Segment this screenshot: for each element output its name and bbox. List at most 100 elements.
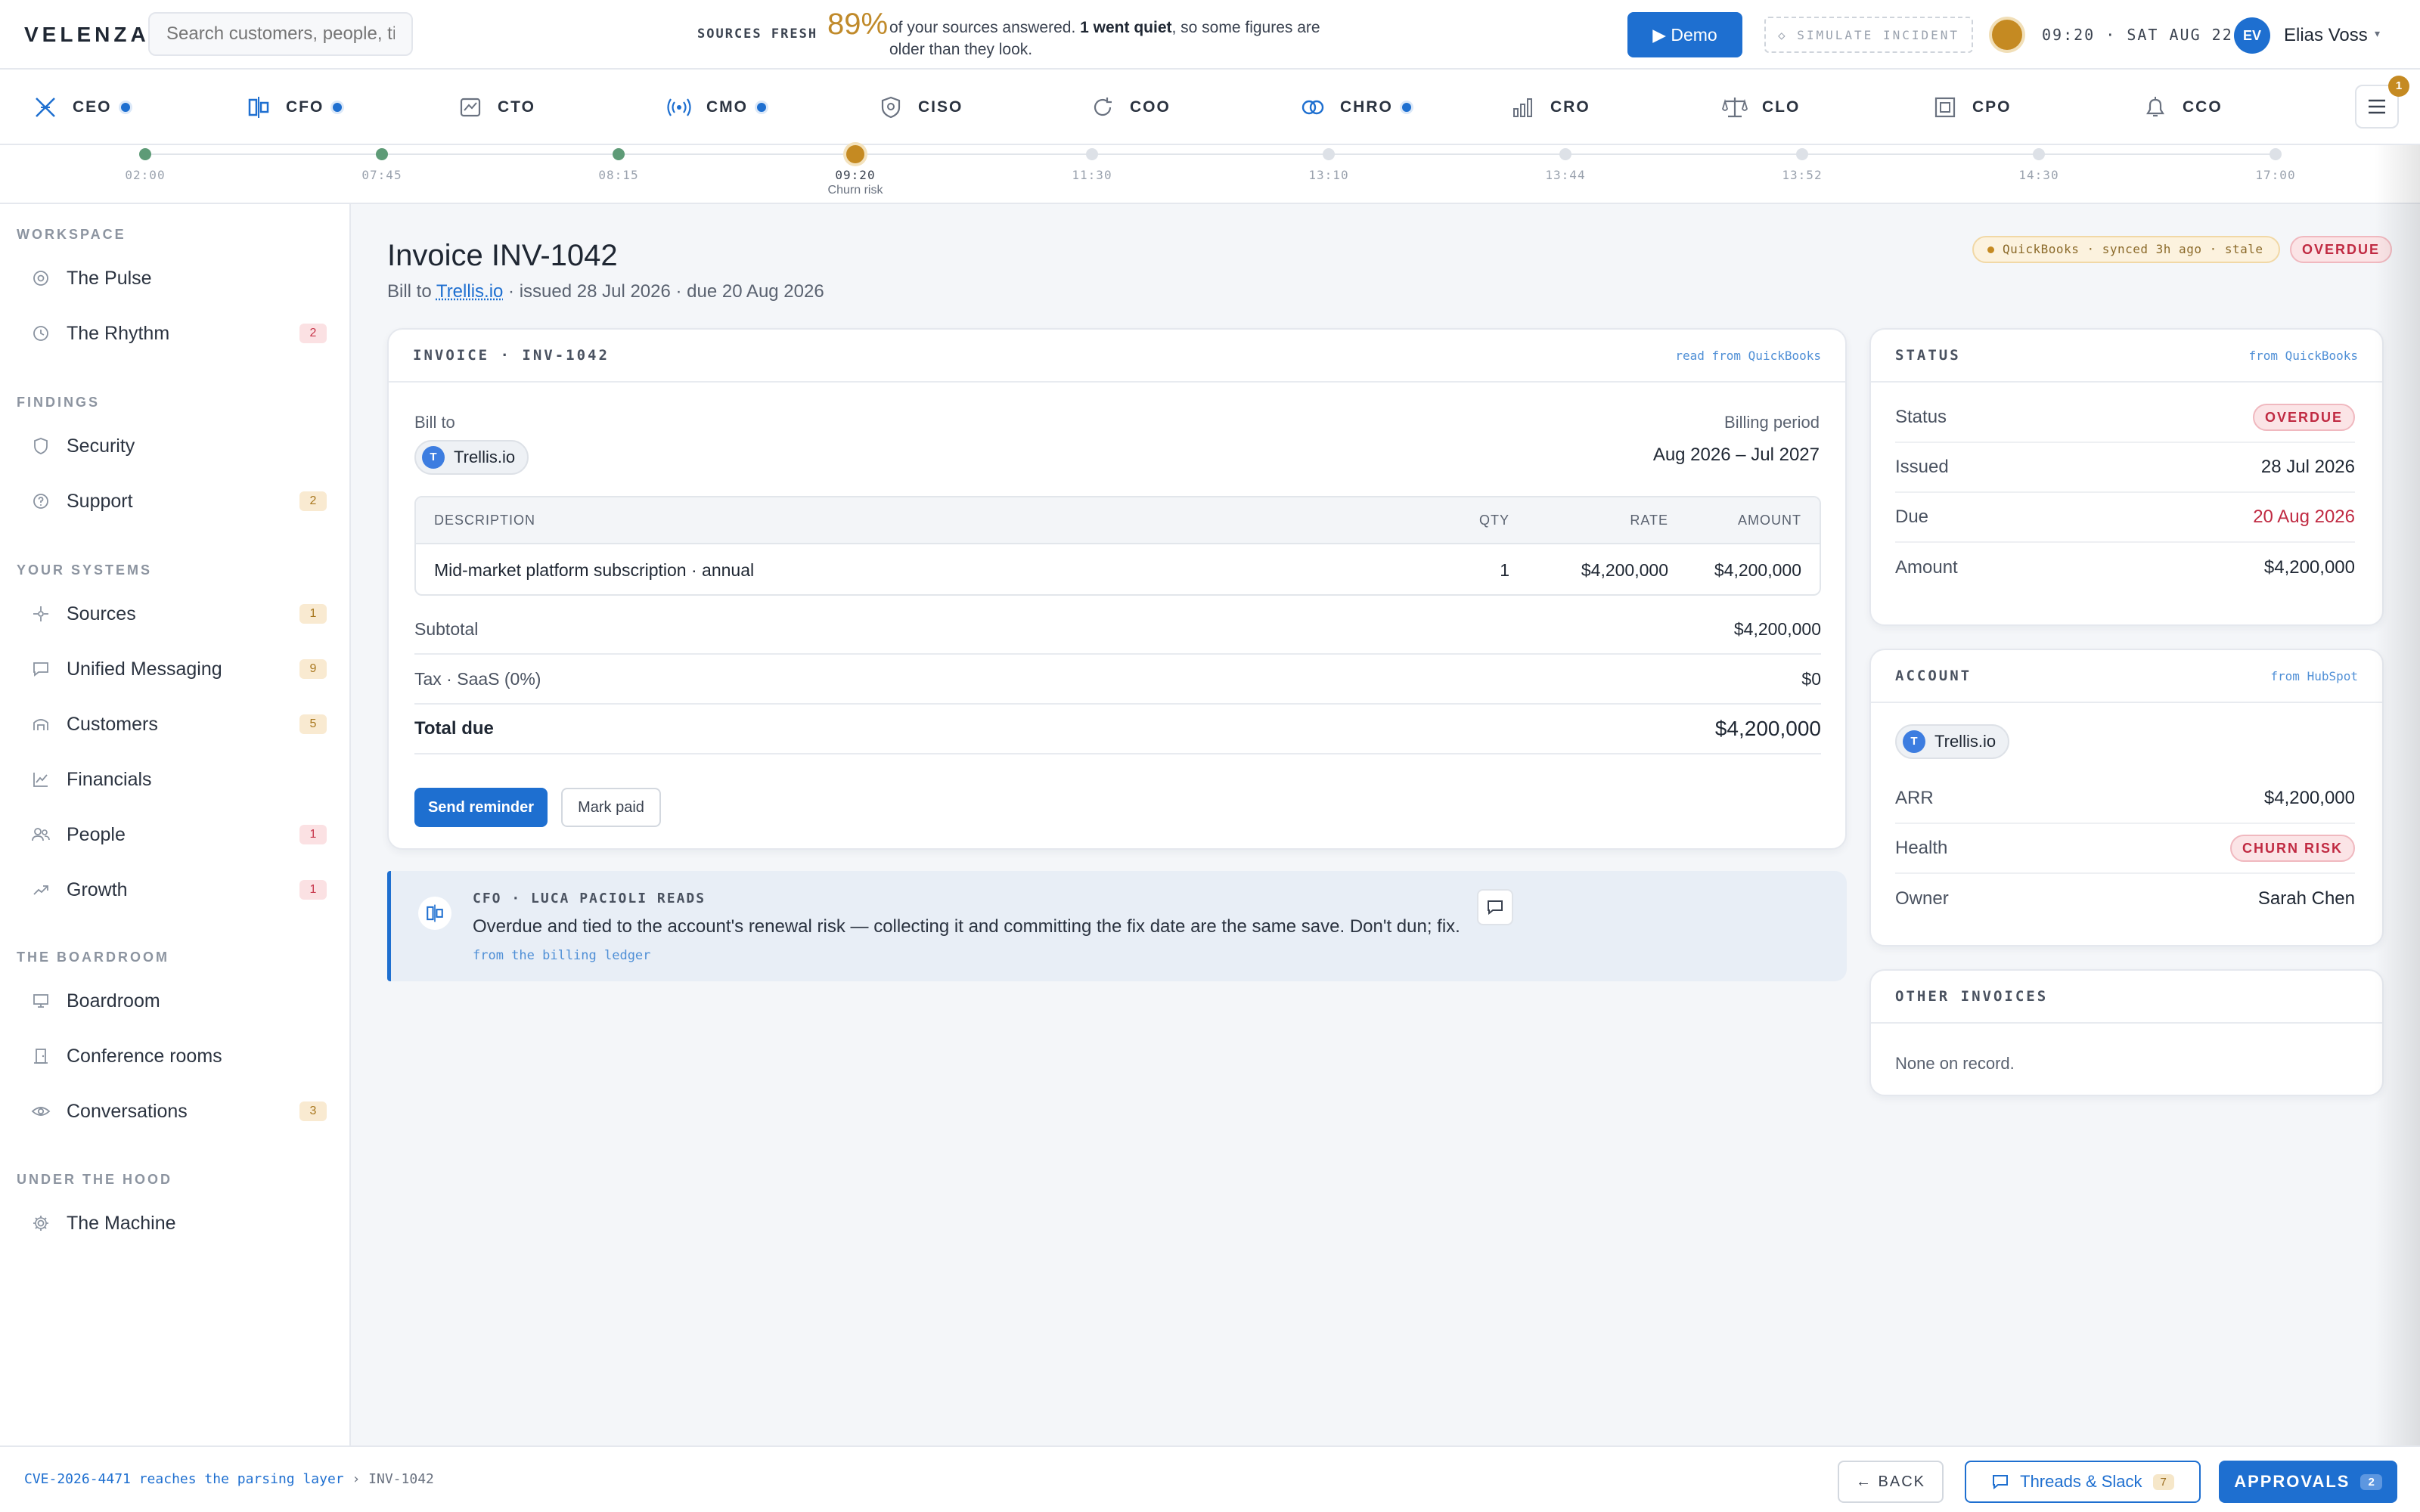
sidebar-item-label: Support <box>67 490 133 512</box>
timeline-point[interactable]: 13:10 <box>1283 145 1374 182</box>
chevron-down-icon[interactable]: ▾ <box>2375 27 2380 40</box>
sidebar-item-conference-rooms[interactable]: Conference rooms <box>17 1035 327 1077</box>
user-name[interactable]: Elias Voss <box>2284 25 2368 46</box>
simulate-incident-button[interactable]: ◇ SIMULATE INCIDENT <box>1764 17 1973 53</box>
timeline-point[interactable]: 09:20 Churn risk <box>810 145 901 197</box>
kv-label: Amount <box>1895 557 1958 578</box>
sidebar-item-rhythm[interactable]: The Rhythm 2 <box>17 312 327 355</box>
timeline-point[interactable]: 17:00 <box>2230 145 2321 182</box>
search-input[interactable] <box>148 12 413 56</box>
note-text: Overdue and tied to the account's renewa… <box>473 916 1460 937</box>
subtotal-label: Subtotal <box>414 618 479 639</box>
threads-slack-button[interactable]: Threads & Slack 7 <box>1965 1461 2201 1503</box>
timeline-point[interactable]: 14:30 <box>1993 145 2084 182</box>
timeline-time: 07:45 <box>361 168 402 182</box>
timeline-point[interactable]: 13:44 <box>1520 145 1611 182</box>
tab-clo[interactable]: CLO <box>1721 92 1800 122</box>
brand-logo[interactable]: VELENZA. <box>24 23 159 47</box>
sidebar-item-unified-messaging[interactable]: Unified Messaging 9 <box>17 648 327 690</box>
tab-cfo[interactable]: CFO <box>245 92 343 122</box>
tab-coo[interactable]: COO <box>1089 92 1171 122</box>
timeline-dot <box>1323 148 1335 160</box>
timeline-point[interactable]: 02:00 <box>100 145 191 182</box>
comment-button[interactable] <box>1477 889 1513 925</box>
count-badge: 3 <box>299 1101 327 1121</box>
sidebar-item-label: Conference rooms <box>67 1045 222 1067</box>
sidebar-item-label: Sources <box>67 603 136 624</box>
demo-button-label: Demo <box>1671 24 1717 45</box>
sidebar-item-security[interactable]: Security <box>17 425 327 467</box>
timeline-point[interactable]: 13:52 <box>1757 145 1848 182</box>
trending-up-icon <box>17 881 65 899</box>
sidebar-item-people[interactable]: People 1 <box>17 813 327 856</box>
cto-icon <box>457 94 484 121</box>
section-header: UNDER THE HOOD <box>17 1172 173 1187</box>
sidebar-item-label: Growth <box>67 878 128 900</box>
demo-button[interactable]: ▶ Demo <box>1627 12 1742 57</box>
cfo-icon <box>245 94 272 121</box>
kv-label: Due <box>1895 507 1929 527</box>
section-header: WORKSPACE <box>17 227 126 242</box>
timeline-point[interactable]: 07:45 <box>337 145 427 182</box>
footer-bar: CVE-2026-4471 reaches the parsing layer … <box>0 1445 2420 1512</box>
tab-cpo[interactable]: CPO <box>1931 92 2012 122</box>
tab-chro[interactable]: CHRO <box>1299 92 1411 122</box>
arr-row: ARR $4,200,000 <box>1895 774 2355 824</box>
sidebar-item-label: Financials <box>67 768 152 790</box>
customer-link[interactable]: Trellis.io <box>436 281 503 302</box>
approvals-label: APPROVALS <box>2234 1472 2350 1491</box>
mark-paid-button[interactable]: Mark paid <box>561 788 661 827</box>
sidebar-item-sources[interactable]: Sources 1 <box>17 593 327 635</box>
tax-row: Tax · SaaS (0%) $0 <box>414 655 1821 705</box>
timeline-dot <box>846 145 864 163</box>
breadcrumb-link[interactable]: CVE-2026-4471 reaches the parsing layer <box>24 1471 344 1487</box>
timeline-point[interactable]: 11:30 <box>1047 145 1137 182</box>
timeline-time: 02:00 <box>125 168 166 182</box>
sidebar-item-label: Security <box>67 435 135 457</box>
sidebar-item-label: Unified Messaging <box>67 658 222 680</box>
sidebar-item-conversations[interactable]: Conversations 3 <box>17 1090 327 1132</box>
clock: 09:20 · SAT AUG 22 <box>2042 26 2233 44</box>
back-button[interactable]: ← BACK <box>1838 1461 1944 1503</box>
send-reminder-button[interactable]: Send reminder <box>414 788 548 827</box>
sidebar-item-pulse[interactable]: The Pulse <box>17 257 327 299</box>
approvals-count: 2 <box>2360 1473 2382 1490</box>
account-chip[interactable]: T Trellis.io <box>1895 724 2010 759</box>
tab-label: CHRO <box>1340 98 1393 116</box>
shield-icon <box>877 94 904 121</box>
activity-dot <box>1401 103 1411 112</box>
card-header: ACCOUNT from HubSpot <box>1871 650 2382 703</box>
tab-cro[interactable]: CRO <box>1509 92 1590 122</box>
timeline-point[interactable]: 08:15 <box>573 145 664 182</box>
approvals-button[interactable]: APPROVALS 2 <box>2219 1461 2397 1503</box>
timeline-time: 11:30 <box>1072 168 1112 182</box>
kv-label: Status <box>1895 407 1947 427</box>
timeline-dot <box>2270 148 2282 160</box>
sidebar-item-boardroom[interactable]: Boardroom <box>17 980 327 1022</box>
customer-chip[interactable]: T Trellis.io <box>414 440 529 475</box>
tab-ciso[interactable]: CISO <box>877 92 963 122</box>
sidebar-item-customers[interactable]: Customers 5 <box>17 703 327 745</box>
line-description: Mid-market platform subscription · annua… <box>434 559 755 580</box>
sidebar-item-label: The Pulse <box>67 267 152 289</box>
kv-label: ARR <box>1895 788 1934 808</box>
sync-status-pill: QuickBooks · synced 3h ago · stale <box>1972 236 2280 263</box>
note-author: CFO · LUCA PACIOLI READS <box>473 891 706 906</box>
sidebar-item-machine[interactable]: The Machine <box>17 1202 327 1244</box>
tab-cmo[interactable]: CMO <box>666 92 766 122</box>
tab-ceo[interactable]: CEO <box>32 92 130 122</box>
sidebar-item-support[interactable]: Support 2 <box>17 480 327 522</box>
sun-icon[interactable] <box>1992 20 2022 50</box>
subtitle-dates: · issued 28 Jul 2026 · due 20 Aug 2026 <box>508 281 824 302</box>
sidebar-item-growth[interactable]: Growth 1 <box>17 869 327 911</box>
sidebar-item-financials[interactable]: Financials <box>17 758 327 801</box>
user-avatar[interactable]: EV <box>2234 17 2270 54</box>
sidebar-item-label: Conversations <box>67 1100 188 1122</box>
timeline-dot <box>1086 148 1098 160</box>
diamond-icon: ◇ <box>1777 27 1798 42</box>
tab-cco[interactable]: CCO <box>2142 92 2223 122</box>
page-subtitle: Bill to Trellis.io · issued 28 Jul 2026 … <box>387 281 824 302</box>
sidebar-item-label: People <box>67 823 126 845</box>
rings-icon <box>1299 94 1326 121</box>
tab-cto[interactable]: CTO <box>457 92 535 122</box>
